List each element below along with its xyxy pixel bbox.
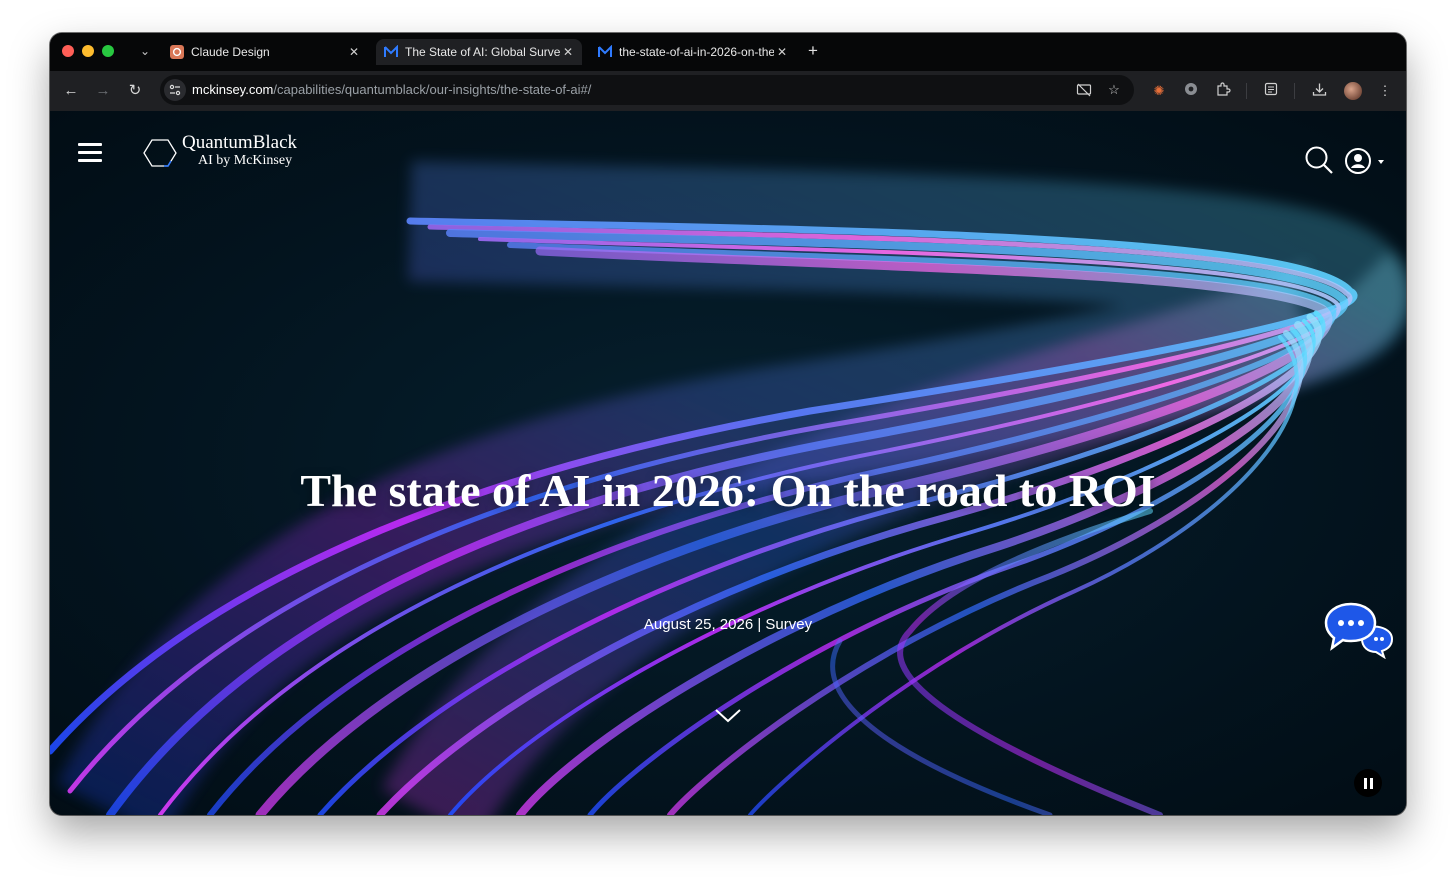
tab-label: Claude Design <box>191 45 270 59</box>
quantumblack-logo[interactable]: QuantumBlack AI by McKinsey <box>142 133 297 173</box>
url-text: mckinsey.com/capabilities/quantumblack/o… <box>192 82 591 97</box>
site-info-icon[interactable] <box>164 79 186 101</box>
browser-window: ⌄ Claude Design ✕ The State of AI: Globa… <box>50 33 1406 815</box>
more-menu-icon[interactable]: ⋮ <box>1376 82 1394 100</box>
url-path: /capabilities/quantumblack/our-insights/… <box>273 82 592 97</box>
logo-wordmark: QuantumBlack <box>182 132 298 153</box>
download-icon[interactable] <box>1310 82 1328 100</box>
toolbar-divider <box>1246 83 1247 99</box>
hamburger-menu-icon[interactable] <box>78 143 102 163</box>
tab-close-icon[interactable]: ✕ <box>774 45 790 59</box>
pause-video-button[interactable] <box>1354 769 1382 797</box>
profile-avatar[interactable] <box>1344 82 1362 100</box>
tab-search-chevron-icon[interactable]: ⌄ <box>136 42 154 60</box>
hero-date-type: August 25, 2026 | Survey <box>643 616 813 633</box>
claude-icon <box>170 45 184 59</box>
hero-title: The state of AI in 2026: On the road to … <box>300 465 1156 516</box>
tab-label: the-state-of-ai-in-2026-on-the-road-to-r… <box>619 45 774 59</box>
bookmark-star-icon[interactable]: ☆ <box>1106 82 1122 98</box>
hexagon-logo-icon <box>143 139 177 167</box>
reading-list-icon[interactable] <box>1262 82 1280 100</box>
toolbar-divider <box>1294 83 1295 99</box>
tab-claude-design[interactable]: Claude Design ✕ <box>162 39 368 65</box>
url-host: mckinsey.com <box>192 82 274 97</box>
window-minimize-button[interactable] <box>82 45 94 57</box>
window-close-button[interactable] <box>62 45 74 57</box>
account-icon[interactable] <box>1344 147 1386 175</box>
extension-record-icon[interactable] <box>1182 82 1200 100</box>
reload-icon[interactable]: ↻ <box>126 82 144 100</box>
tab-strip: ⌄ Claude Design ✕ The State of AI: Globa… <box>50 33 1406 71</box>
window-maximize-button[interactable] <box>102 45 114 57</box>
cast-blocked-icon[interactable] <box>1076 82 1092 98</box>
search-icon[interactable] <box>1304 145 1334 175</box>
tab-close-icon[interactable]: ✕ <box>560 45 576 59</box>
extensions-puzzle-icon[interactable] <box>1214 82 1232 100</box>
pause-icon <box>1363 777 1367 789</box>
browser-toolbar: ← → ↻ mckinsey.com/capabilities/quantumb… <box>50 71 1406 111</box>
tab-state-of-ai[interactable]: The State of AI: Global Survey ✕ <box>376 39 582 65</box>
tab-close-icon[interactable]: ✕ <box>346 45 362 59</box>
new-tab-plus-icon[interactable]: + <box>808 42 818 60</box>
mckinsey-icon <box>384 45 398 59</box>
address-bar[interactable]: mckinsey.com/capabilities/quantumblack/o… <box>160 75 1134 105</box>
tab-label: The State of AI: Global Survey <box>405 45 560 59</box>
mckinsey-icon <box>598 45 612 59</box>
scroll-down-chevron-icon[interactable] <box>714 707 742 725</box>
page-viewport: QuantumBlack AI by McKinsey The state of… <box>50 111 1406 815</box>
tab-state-of-ai-pdf[interactable]: the-state-of-ai-in-2026-on-the-road-to-r… <box>590 39 796 65</box>
chat-bubbles-icon[interactable] <box>1324 601 1394 659</box>
forward-arrow-icon[interactable]: → <box>94 82 112 100</box>
pause-icon <box>1369 777 1373 789</box>
back-arrow-icon[interactable]: ← <box>62 82 80 100</box>
logo-tagline: AI by McKinsey <box>198 153 293 168</box>
claude-extension-icon[interactable]: ✺ <box>1150 82 1168 100</box>
